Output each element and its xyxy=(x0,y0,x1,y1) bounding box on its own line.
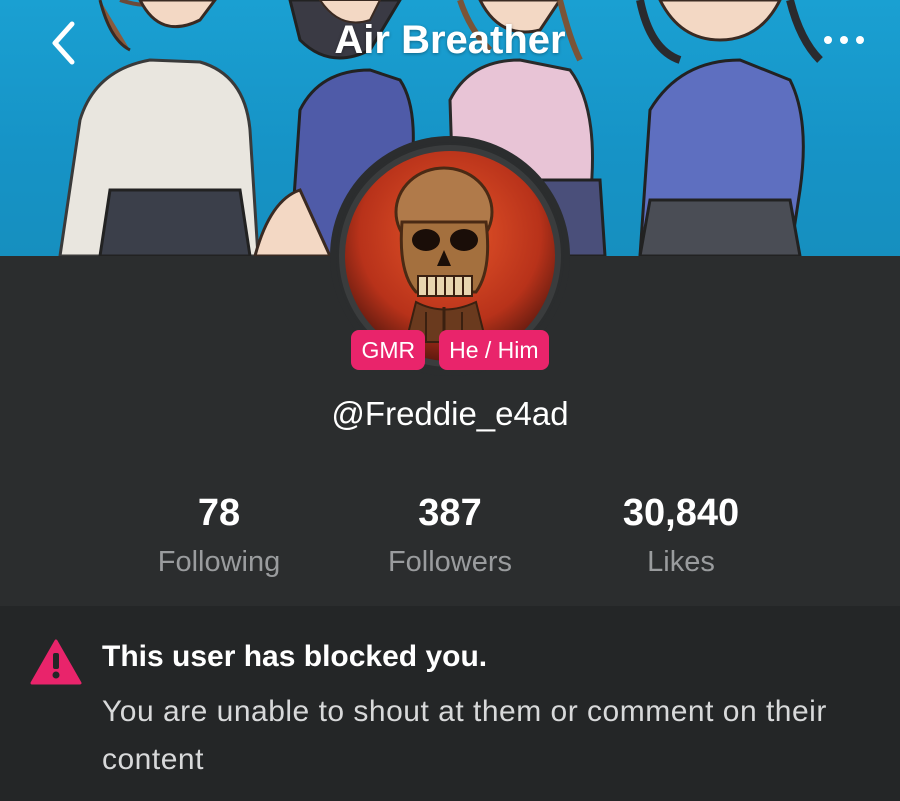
profile-stats: 78 Following 387 Followers 30,840 Likes xyxy=(0,490,900,600)
stat-value: 78 xyxy=(197,492,241,534)
warning-triangle-icon xyxy=(30,639,82,685)
stat-label: Following xyxy=(157,546,281,578)
page-title: Air Breather xyxy=(334,18,566,62)
stat-following[interactable]: 78 Following xyxy=(104,490,334,579)
more-horizontal-icon xyxy=(824,36,864,44)
stat-label: Likes xyxy=(647,546,715,578)
stat-likes[interactable]: 30,840 Likes xyxy=(566,490,796,579)
stat-value: 387 xyxy=(418,492,482,534)
badge-gmr: GMR xyxy=(351,330,426,370)
blocked-title: This user has blocked you. xyxy=(102,640,488,673)
more-options-button[interactable] xyxy=(820,28,870,52)
badge-pronouns: He / Him xyxy=(439,330,549,370)
profile-badges: GMR He / Him xyxy=(0,330,900,370)
stat-value: 30,840 xyxy=(622,492,740,534)
top-nav-bar: Air Breather xyxy=(0,0,900,90)
stat-label: Followers xyxy=(387,546,513,578)
blocked-message: You are unable to shout at them or comme… xyxy=(102,695,827,776)
username: @Freddie_e4ad xyxy=(331,395,569,432)
stat-followers[interactable]: 387 Followers xyxy=(335,490,565,579)
